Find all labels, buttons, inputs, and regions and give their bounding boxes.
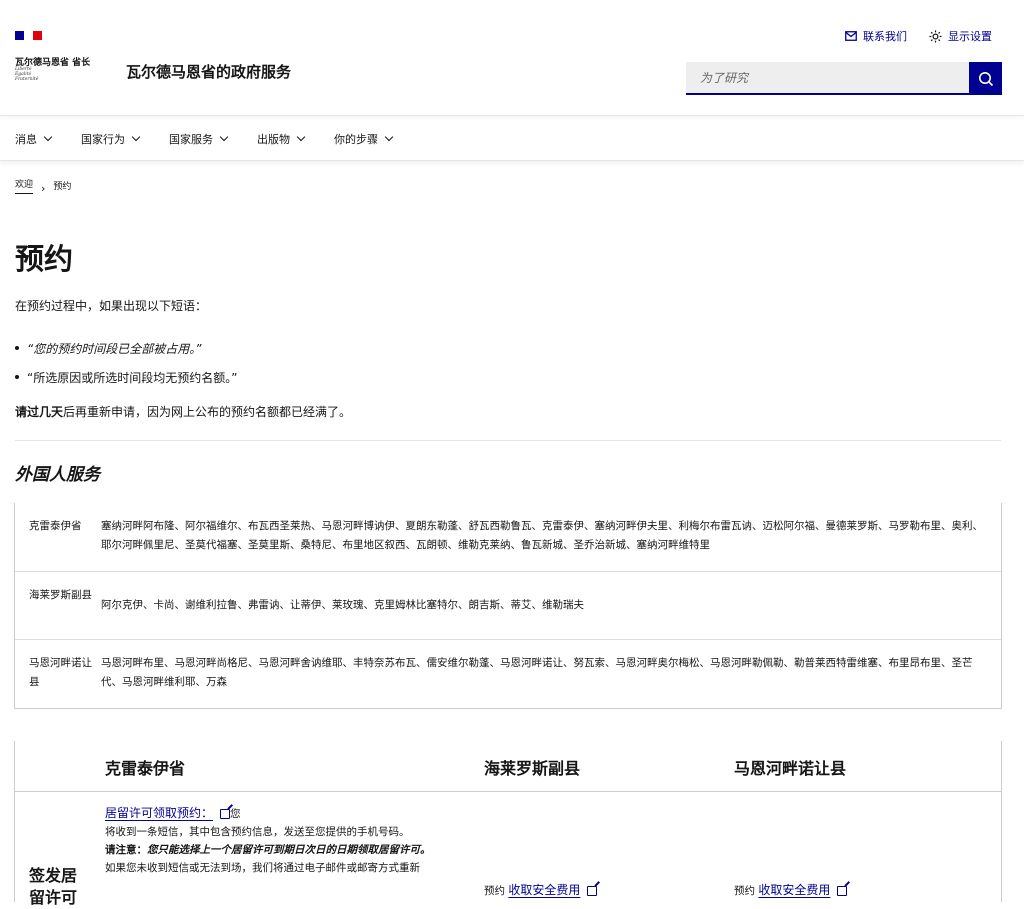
french-flag-icon: [15, 31, 42, 40]
breadcrumb-current: 预约: [53, 182, 72, 192]
search-input[interactable]: 为了研究: [686, 62, 969, 95]
republic-motto: Liberté Égalité Fraternité: [15, 67, 39, 82]
site-header: 瓦尔德马恩省 省长 Liberté Égalité Fraternité 瓦尔德…: [0, 0, 1024, 116]
nav-item-state-actions[interactable]: 国家行为: [81, 117, 141, 160]
retry-note: 请过几天后再重新申请，因为网上公布的预约名额都已经满了。: [15, 405, 352, 419]
column-header: 克雷泰伊省: [105, 759, 186, 778]
main-nav: 消息 国家行为 国家服务 出版物 你的步骤: [0, 117, 1024, 161]
table-cell: 预约 收取安全费用: [734, 881, 848, 898]
contact-link[interactable]: 联系我们: [845, 28, 907, 44]
column-header: 海莱罗斯副县: [484, 759, 581, 778]
display-settings-link[interactable]: 显示设置: [929, 28, 992, 44]
external-link-icon: [220, 809, 231, 819]
sun-icon: [929, 29, 942, 43]
department-name: 马恩河畔诺让县: [29, 657, 92, 688]
divider: [15, 791, 1001, 792]
external-link-icon: [587, 886, 598, 896]
mail-icon: [845, 31, 857, 41]
table-cell: 居留许可领取预约：您 将收到一条短信，其中包含预约信息，发送至您提供的手机号码。…: [105, 806, 431, 874]
nav-item-your-steps[interactable]: 你的步骤: [334, 117, 394, 160]
phrase-list: “您的预约时间段已全部被占用。” “所选原因或所选时间段均无预约名额。”: [15, 340, 237, 398]
chevron-down-icon: [296, 132, 306, 142]
intro-text: 在预约过程中，如果出现以下短语：: [15, 299, 208, 313]
row-label: 签发居留许可: [29, 866, 78, 907]
nav-item-state-services[interactable]: 国家服务: [169, 117, 229, 160]
table-row: 海莱罗斯副县 阿尔克伊、卡尚、谢维利拉鲁、弗雷讷、让蒂伊、莱玫瑰、克里姆林比塞特…: [15, 572, 1001, 640]
security-fee-link[interactable]: 收取安全费用: [508, 883, 580, 897]
comparison-table: 克雷泰伊省 海莱罗斯副县 马恩河畔诺让县 签发居留许可 居留许可领取预约：您 将…: [14, 741, 1002, 907]
department-name: 海莱罗斯副县: [29, 589, 92, 601]
external-link-icon: [837, 886, 848, 896]
breadcrumb: 欢迎 › 预约: [15, 176, 71, 195]
chevron-down-icon: [219, 132, 229, 142]
nav-item-publications[interactable]: 出版物: [257, 117, 306, 160]
nav-item-news[interactable]: 消息: [15, 117, 53, 160]
service-title[interactable]: 瓦尔德马恩省的政府服务: [126, 61, 291, 82]
chevron-down-icon: [43, 132, 53, 142]
divider: [15, 440, 1001, 441]
search-bar: 为了研究: [686, 62, 1002, 95]
department-table: 克雷泰伊省 塞纳河畔阿布隆、阿尔福维尔、布瓦西圣莱热、马恩河畔博讷伊、夏朗东勒蓬…: [14, 503, 1002, 709]
list-item: “所选原因或所选时间段均无预约名额。”: [15, 369, 237, 398]
table-cell: 预约 收取安全费用: [484, 881, 598, 898]
table-row: 马恩河畔诺让县 马恩河畔布里、马恩河畔尚格尼、马恩河畔舍讷维耶、丰特奈苏布瓦、儒…: [15, 640, 1001, 708]
department-name: 克雷泰伊省: [29, 520, 82, 532]
breadcrumb-separator-icon: ›: [41, 182, 46, 195]
table-row: 克雷泰伊省 塞纳河畔阿布隆、阿尔福维尔、布瓦西圣莱热、马恩河畔博讷伊、夏朗东勒蓬…: [15, 503, 1001, 572]
list-item: “您的预约时间段已全部被占用。”: [15, 340, 237, 369]
page-title: 预约: [15, 242, 74, 276]
department-cities: 阿尔克伊、卡尚、谢维利拉鲁、弗雷讷、让蒂伊、莱玫瑰、克里姆林比塞特尔、朗吉斯、蒂…: [101, 599, 584, 611]
search-button[interactable]: [969, 62, 1002, 95]
security-fee-link[interactable]: 收取安全费用: [758, 883, 830, 897]
header-tools: 联系我们 显示设置: [845, 28, 992, 44]
department-cities: 马恩河畔布里、马恩河畔尚格尼、马恩河畔舍讷维耶、丰特奈苏布瓦、儒安维尔勒蓬、马恩…: [101, 657, 973, 688]
permit-appointment-link[interactable]: 居留许可领取预约：: [105, 806, 213, 820]
search-icon: [978, 71, 993, 86]
chevron-down-icon: [384, 132, 394, 142]
column-header: 马恩河畔诺让县: [734, 759, 847, 778]
section-title: 外国人服务: [15, 465, 100, 485]
department-cities: 塞纳河畔阿布隆、阿尔福维尔、布瓦西圣莱热、马恩河畔博讷伊、夏朗东勒蓬、舒瓦西勒鲁…: [101, 520, 983, 551]
breadcrumb-home[interactable]: 欢迎: [15, 177, 34, 194]
chevron-down-icon: [131, 132, 141, 142]
